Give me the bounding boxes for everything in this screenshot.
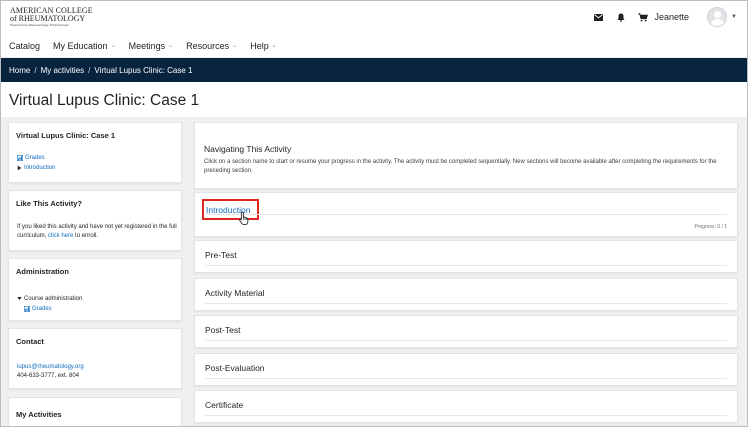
nav-help[interactable]: Help ⌄ [250, 41, 277, 51]
main-nav: Catalog My Education ⌄ Meetings ⌄ Resource… [1, 34, 747, 57]
section-divider [205, 303, 727, 304]
acr-logo[interactable]: AMERICAN COLLEGE of RHEUMATOLOGY Empower… [10, 7, 93, 29]
breadcrumb-separator: / [88, 65, 91, 75]
navigating-heading: Navigating This Activity [204, 144, 292, 154]
section-name: Post-Test [205, 325, 241, 335]
contact-block: Contact lupus@rheumatology.org 404-633-3… [8, 328, 182, 389]
section-divider [205, 214, 727, 215]
contact-email[interactable]: lupus@rheumatology.org [17, 364, 84, 370]
nav-label: Resources [186, 40, 230, 51]
section-name: Post-Evaluation [205, 363, 265, 373]
section-divider [205, 265, 727, 266]
click-here-link[interactable]: click here [48, 233, 73, 239]
like-activity-block: Like This Activity? If you liked this ac… [8, 190, 182, 251]
grades-icon [17, 155, 23, 161]
nav-label: Meetings [128, 40, 166, 51]
like-activity-title: Like This Activity? [16, 199, 82, 208]
section-divider [205, 415, 727, 416]
top-header: AMERICAN COLLEGE of RHEUMATOLOGY Empower… [1, 1, 747, 34]
section-post-evaluation[interactable]: Post-Evaluation [194, 353, 738, 386]
section-certificate[interactable]: Certificate [194, 390, 738, 423]
nav-resources[interactable]: Resources ⌄ [186, 41, 237, 51]
logo-line-2: of RHEUMATOLOGY [10, 14, 86, 23]
chevron-down-icon: ⌄ [110, 43, 116, 49]
my-activities-block: My Activities [8, 397, 182, 426]
my-activities-title: My Activities [16, 410, 62, 419]
admin-grades-link[interactable]: Grades [24, 306, 52, 312]
caret-down-icon [17, 296, 22, 302]
user-menu-caret-icon[interactable]: ▼ [731, 14, 737, 20]
page-header: Virtual Lupus Clinic: Case 1 [1, 82, 747, 117]
contact-phone-label: 404-633-3777, ext. 804 [17, 373, 80, 379]
course-block-title: Virtual Lupus Clinic: Case 1 [16, 131, 116, 140]
section-activity-material[interactable]: Activity Material [194, 278, 738, 311]
introduction-link-label: Introduction [24, 165, 56, 171]
grades-link-label: Grades [25, 155, 45, 161]
contact-phone: 404-633-3777, ext. 804 [17, 373, 79, 379]
nav-label: My Education [53, 40, 108, 51]
breadcrumb-my-activities[interactable]: My activities [41, 66, 85, 75]
section-introduction[interactable]: Introduction Progress: 0 / 1 [194, 192, 738, 237]
navigating-text: Click on a section name to start or resu… [204, 159, 717, 174]
nav-my-education[interactable]: My Education ⌄ [53, 41, 116, 51]
breadcrumb: Home / My activities / Virtual Lupus Cli… [1, 58, 747, 82]
bell-icon[interactable] [614, 10, 628, 24]
cart-icon[interactable] [636, 10, 650, 24]
contact-email-label: lupus@rheumatology.org [17, 364, 84, 370]
chevron-down-icon: ⌄ [232, 43, 238, 49]
introduction-link[interactable]: Introduction [17, 165, 55, 171]
section-divider [205, 340, 727, 341]
section-name: Certificate [205, 400, 244, 410]
section-post-test[interactable]: Post-Test [194, 315, 738, 348]
nav-label: Help [250, 40, 269, 51]
section-name: Pre-Test [205, 250, 237, 260]
breadcrumb-current[interactable]: Virtual Lupus Clinic: Case 1 [94, 66, 192, 75]
progress-text: Progress: 0 / 1 [694, 224, 727, 230]
admin-grades-label: Grades [32, 306, 52, 312]
section-name: Activity Material [205, 288, 265, 298]
like-activity-text: If you liked this activity and have not … [17, 223, 177, 240]
nav-label: Catalog [9, 40, 41, 51]
administration-title: Administration [16, 267, 69, 276]
section-divider [205, 378, 727, 379]
administration-block: Administration Course administration Gra… [8, 258, 182, 321]
breadcrumb-separator: / [34, 65, 37, 75]
user-name[interactable]: Jeanette [655, 12, 690, 22]
header-actions: Jeanette ▼ [584, 5, 737, 29]
navigating-activity-card: Navigating This Activity Click on a sect… [194, 122, 738, 189]
contact-title: Contact [16, 337, 44, 346]
chevron-down-icon: ⌄ [271, 43, 277, 49]
course-administration-label: Course administration [24, 296, 83, 302]
grades-link[interactable]: Grades [17, 155, 45, 161]
nav-catalog[interactable]: Catalog [9, 41, 40, 51]
avatar-icon[interactable] [707, 7, 728, 27]
page-title: Virtual Lupus Clinic: Case 1 [9, 92, 200, 109]
hand-cursor-icon [239, 211, 251, 226]
chevron-down-icon: ⌄ [168, 43, 174, 49]
nav-meetings[interactable]: Meetings ⌄ [129, 41, 174, 51]
browser-frame: AMERICAN COLLEGE of RHEUMATOLOGY Empower… [0, 0, 748, 427]
envelope-icon[interactable] [592, 10, 606, 24]
grades-icon [24, 306, 30, 312]
course-administration-item[interactable]: Course administration [17, 296, 82, 302]
course-block: Virtual Lupus Clinic: Case 1 Grades Intr… [8, 122, 182, 183]
logo-tagline: Empowering Rheumatology Professionals [10, 23, 69, 27]
breadcrumb-home[interactable]: Home [9, 66, 30, 75]
like-text-after: to enroll. [75, 232, 99, 239]
section-pre-test[interactable]: Pre-Test [194, 240, 738, 273]
caret-right-icon [17, 165, 22, 171]
